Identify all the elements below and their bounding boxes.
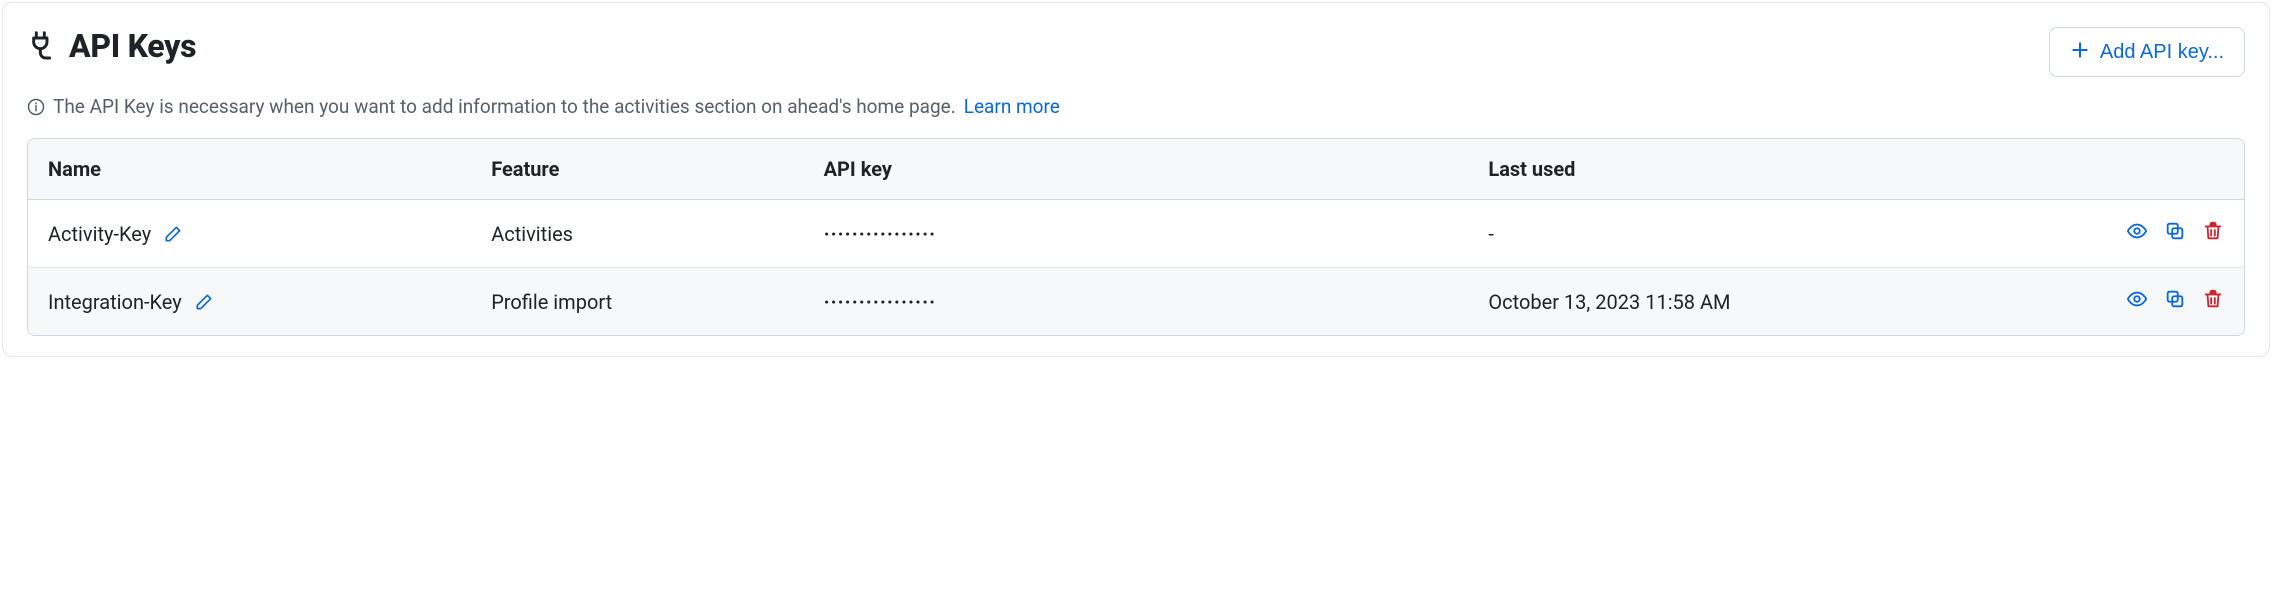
info-row: The API Key is necessary when you want t…: [27, 95, 2245, 118]
plus-icon: [2070, 40, 2090, 64]
key-name: Integration-Key: [48, 290, 182, 314]
title-wrap: API Keys: [27, 27, 196, 65]
panel-header: API Keys Add API key...: [27, 27, 2245, 77]
reveal-icon[interactable]: [2126, 288, 2148, 310]
add-api-key-label: Add API key...: [2100, 41, 2224, 64]
info-icon: [27, 98, 45, 116]
col-header-api-key: API key: [804, 139, 1469, 200]
key-name: Activity-Key: [48, 222, 151, 246]
copy-icon[interactable]: [2164, 288, 2186, 310]
col-header-name: Name: [28, 139, 471, 200]
page-title: API Keys: [69, 27, 196, 65]
col-header-last-used: Last used: [1468, 139, 2022, 200]
api-keys-panel: API Keys Add API key... The API Key is n…: [2, 2, 2270, 357]
api-keys-table: Name Feature API key Last used Activity-…: [28, 139, 2244, 335]
col-header-feature: Feature: [471, 139, 803, 200]
key-last-used: October 13, 2023 11:58 AM: [1468, 268, 2022, 336]
edit-icon[interactable]: [194, 292, 214, 312]
table-row: Activity-Key Activities ················…: [28, 200, 2244, 268]
col-header-actions: [2022, 139, 2244, 200]
reveal-icon[interactable]: [2126, 220, 2148, 242]
info-text: The API Key is necessary when you want t…: [53, 95, 956, 118]
key-last-used: -: [1468, 200, 2022, 268]
edit-icon[interactable]: [163, 224, 183, 244]
copy-icon[interactable]: [2164, 220, 2186, 242]
key-feature: Profile import: [471, 268, 803, 336]
add-api-key-button[interactable]: Add API key...: [2049, 27, 2245, 77]
table-row: Integration-Key Profile import ·········…: [28, 268, 2244, 336]
key-masked: ················: [804, 200, 1469, 268]
api-keys-table-wrap: Name Feature API key Last used Activity-…: [27, 138, 2245, 336]
delete-icon[interactable]: [2202, 288, 2224, 310]
key-masked: ················: [804, 268, 1469, 336]
delete-icon[interactable]: [2202, 220, 2224, 242]
learn-more-link[interactable]: Learn more: [964, 95, 1060, 118]
plug-icon: [27, 30, 59, 62]
key-feature: Activities: [471, 200, 803, 268]
